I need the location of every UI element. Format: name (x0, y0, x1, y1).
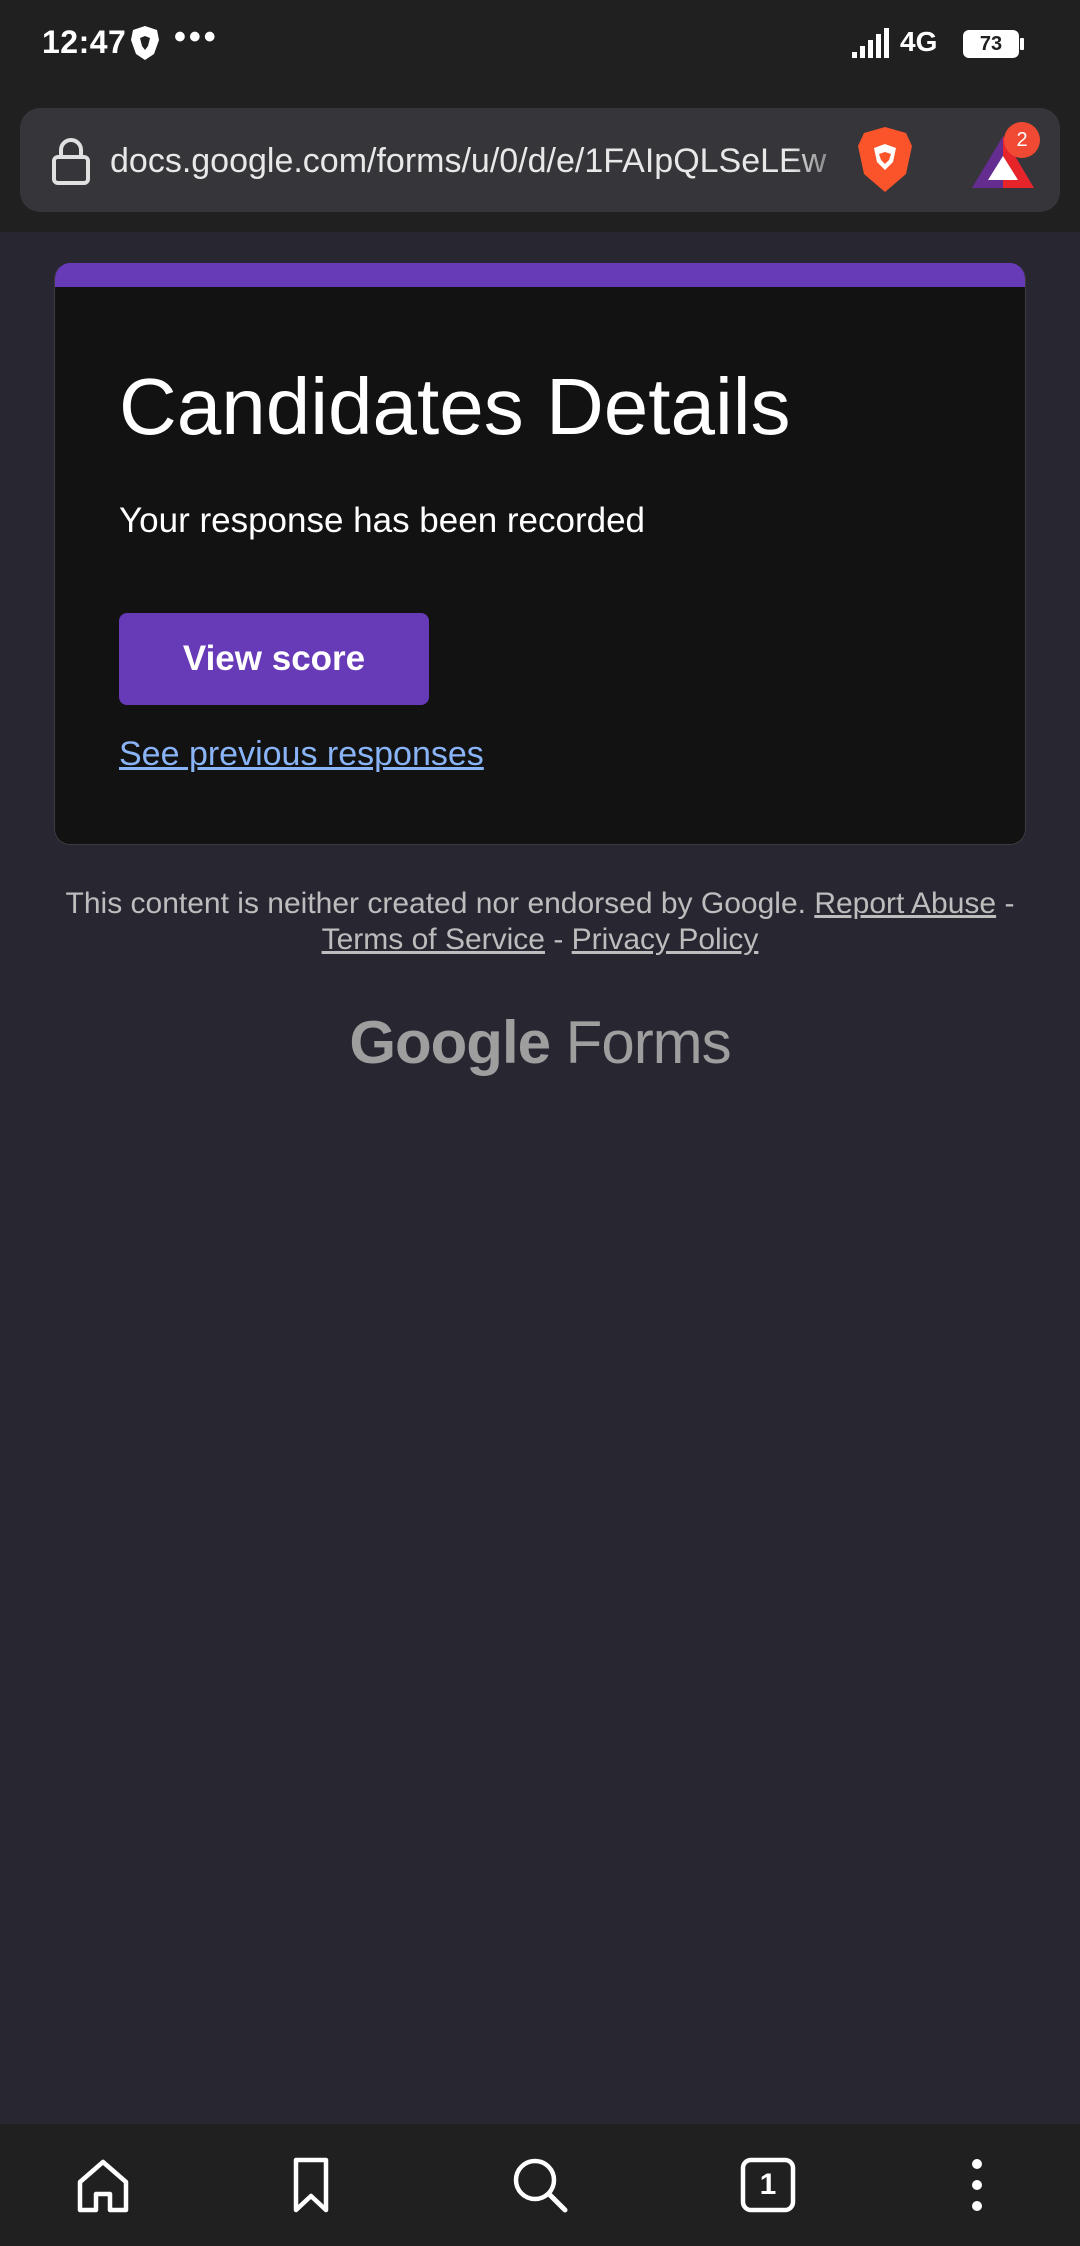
form-title: Candidates Details (119, 362, 791, 451)
tab-count: 1 (759, 2168, 777, 2201)
footer-separator: - (553, 923, 564, 956)
search-icon[interactable] (505, 2150, 575, 2220)
terms-of-service-link[interactable]: Terms of Service (322, 923, 545, 956)
address-bar[interactable]: docs.google.com/forms/u/0/d/e/1FAIpQLSeL… (20, 108, 1060, 212)
view-score-button[interactable]: View score (119, 613, 429, 705)
bookmark-icon[interactable] (276, 2150, 346, 2220)
form-card: Candidates Details Your response has bee… (54, 263, 1026, 845)
rewards-badge: 2 (1004, 122, 1040, 158)
card-accent-bar (55, 263, 1025, 287)
report-abuse-link[interactable]: Report Abuse (814, 887, 996, 920)
see-previous-responses-link[interactable]: See previous responses (119, 735, 484, 774)
logo-forms-text: Forms (565, 1009, 732, 1076)
footer-separator: - (1004, 887, 1015, 920)
url-fade (790, 128, 860, 192)
signal-icon (852, 28, 889, 58)
bottom-navigation: 1 (0, 2124, 1080, 2246)
logo-google-text: Google (349, 1009, 551, 1076)
more-vertical-icon[interactable] (942, 2150, 1012, 2220)
disclaimer-text: This content is neither created nor endo… (65, 887, 806, 920)
browser-toolbar: docs.google.com/forms/u/0/d/e/1FAIpQLSeL… (0, 88, 1080, 232)
google-forms-logo[interactable]: Google Forms (0, 1008, 1080, 1077)
status-more-dots: ••• (174, 18, 219, 56)
lock-icon[interactable] (50, 136, 92, 186)
network-type: 4G (900, 26, 938, 57)
brave-notification-icon (131, 26, 159, 60)
confirmation-message: Your response has been recorded (119, 501, 646, 540)
privacy-policy-link[interactable]: Privacy Policy (572, 923, 759, 956)
home-icon[interactable] (68, 2150, 138, 2220)
footer-disclaimer: This content is neither created nor endo… (60, 886, 1020, 958)
tabs-button[interactable]: 1 (733, 2150, 803, 2220)
brave-shields-icon[interactable] (852, 124, 918, 196)
status-time: 12:47 (42, 24, 127, 60)
battery-level: 73 (979, 33, 1003, 55)
status-bar: 12:47 ••• 4G 73 (0, 0, 1080, 88)
url-text[interactable]: docs.google.com/forms/u/0/d/e/1FAIpQLSeL… (110, 138, 850, 184)
